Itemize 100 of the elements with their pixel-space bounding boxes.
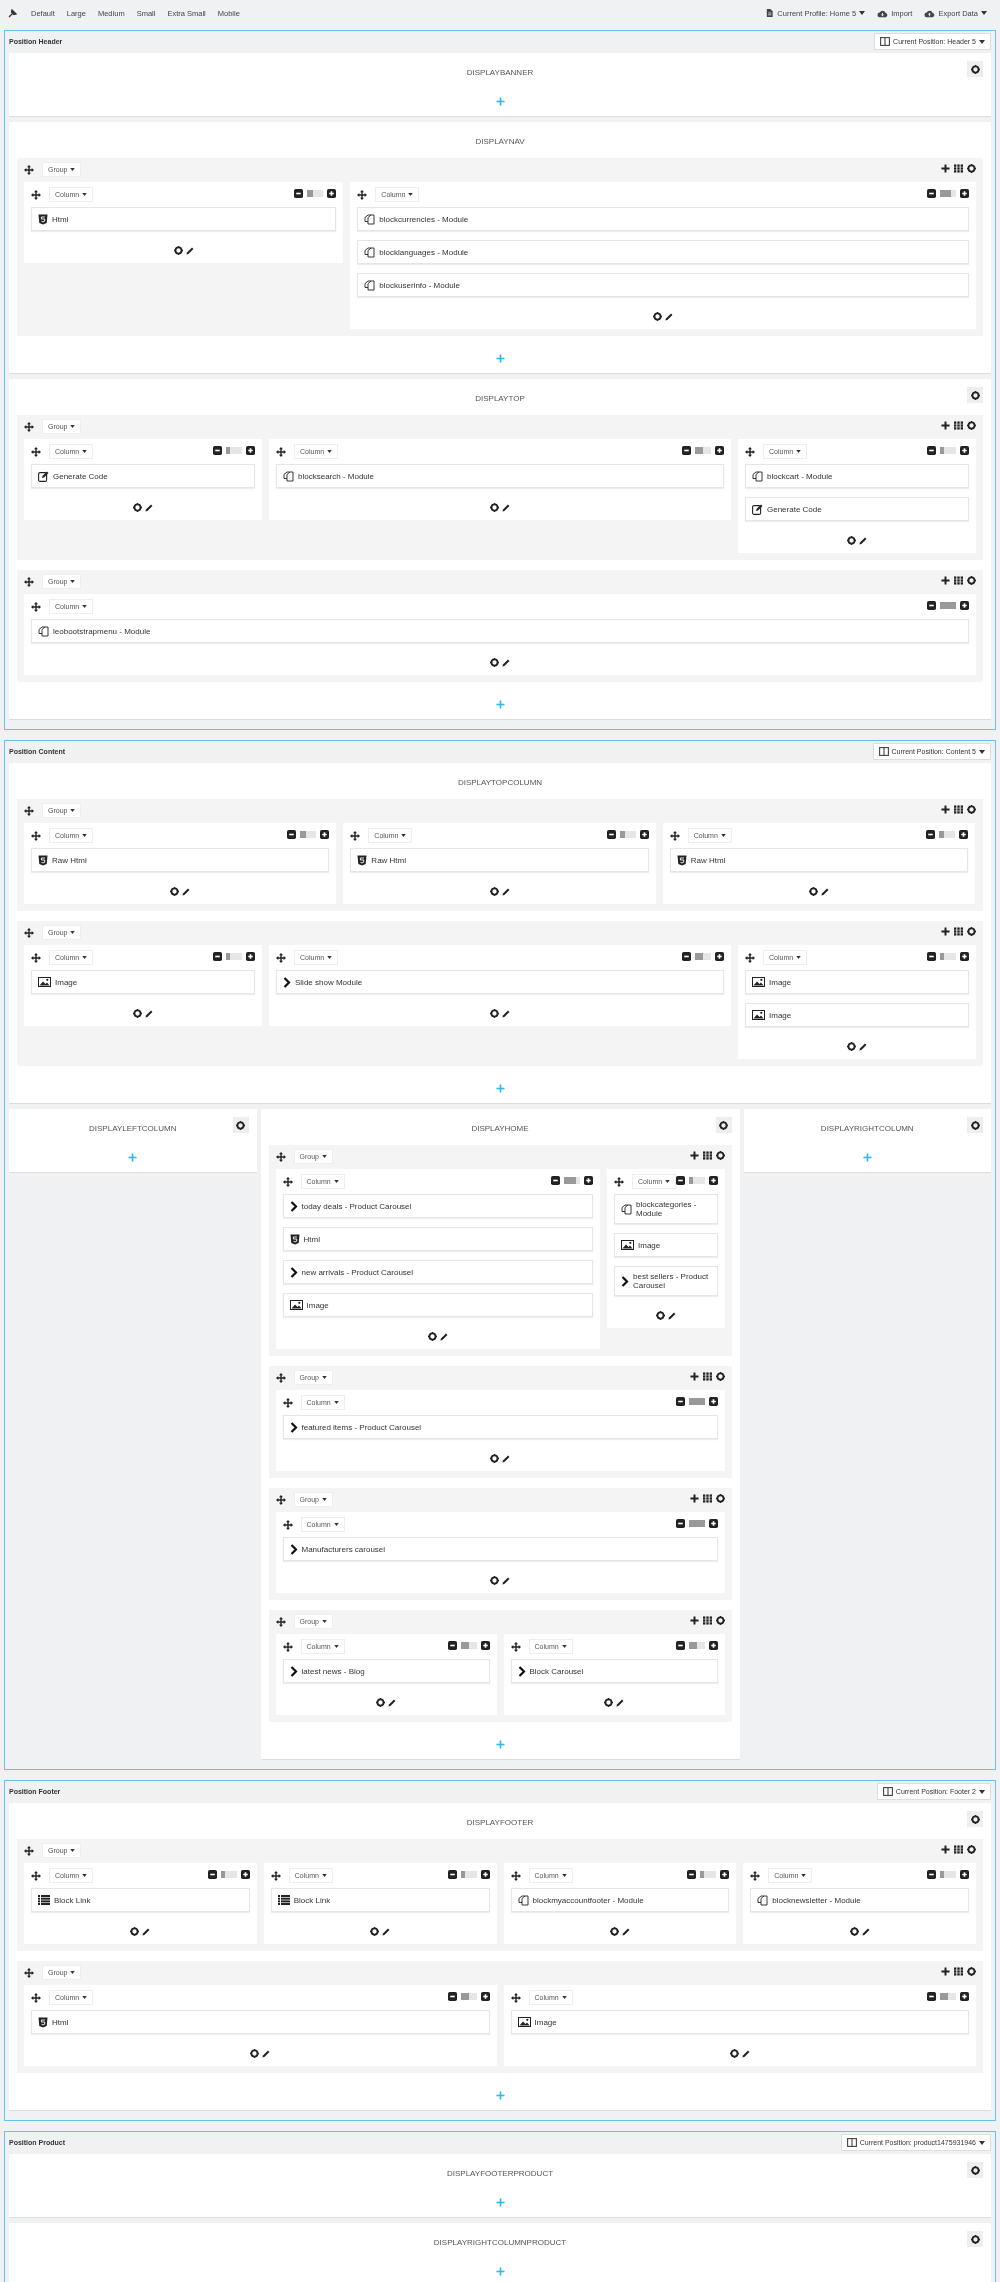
pencil-icon[interactable] — [502, 1009, 510, 1018]
move-icon[interactable] — [24, 576, 34, 587]
settings-icon[interactable] — [967, 1845, 976, 1854]
settings-button[interactable] — [967, 61, 983, 77]
plus-icon[interactable] — [480, 1992, 490, 2001]
widget-item[interactable]: latest news - Blog — [282, 1659, 490, 1683]
plus-icon[interactable] — [715, 446, 724, 455]
widget-item[interactable]: Image — [745, 970, 969, 994]
move-icon[interactable] — [31, 1992, 41, 2003]
plus-icon[interactable] — [480, 1870, 490, 1879]
settings-icon[interactable] — [376, 1698, 385, 1707]
settings-icon[interactable] — [967, 927, 976, 936]
pencil-icon[interactable] — [665, 312, 674, 321]
move-icon[interactable] — [275, 1494, 286, 1505]
plus-icon[interactable] — [708, 1519, 718, 1528]
move-icon[interactable] — [510, 1641, 521, 1652]
settings-icon[interactable] — [170, 887, 180, 896]
pencil-icon[interactable] — [439, 1332, 448, 1341]
minus-icon[interactable] — [213, 446, 222, 455]
add-icon[interactable] — [689, 1151, 699, 1160]
minus-icon[interactable] — [294, 189, 304, 198]
widget-item[interactable]: Image — [31, 970, 255, 994]
move-icon[interactable] — [282, 1519, 293, 1530]
plus-icon[interactable] — [959, 830, 969, 839]
minus-icon[interactable] — [675, 1641, 685, 1650]
widget-item[interactable]: new arrivals - Product Carousel — [282, 1260, 593, 1284]
pencil-icon[interactable] — [145, 503, 153, 512]
minus-icon[interactable] — [287, 830, 297, 839]
widget-item[interactable]: Image — [282, 1293, 593, 1317]
grid-icon[interactable] — [954, 164, 963, 173]
widget-item[interactable]: today deals - Product Carousel — [282, 1194, 593, 1218]
plus-icon[interactable] — [960, 1992, 969, 2001]
settings-icon[interactable] — [847, 1042, 856, 1051]
move-icon[interactable] — [669, 830, 680, 841]
plus-icon[interactable] — [960, 601, 969, 610]
minus-icon[interactable] — [687, 1870, 697, 1879]
widget-item[interactable]: leobootstrapmenu - Module — [31, 619, 969, 643]
widget-item[interactable]: Manufacturers carousel — [282, 1537, 718, 1561]
grid-icon[interactable] — [702, 1494, 712, 1503]
settings-icon[interactable] — [808, 887, 818, 896]
plus-icon[interactable] — [960, 952, 969, 961]
add-icon[interactable] — [941, 927, 950, 936]
settings-icon[interactable] — [490, 658, 499, 667]
minus-icon[interactable] — [207, 1870, 217, 1879]
pencil-icon[interactable] — [145, 1009, 153, 1018]
widget-item[interactable]: Html — [31, 2010, 490, 2034]
settings-button[interactable] — [967, 2231, 983, 2247]
move-icon[interactable] — [31, 952, 41, 963]
settings-icon[interactable] — [715, 1151, 725, 1160]
move-icon[interactable] — [282, 1176, 293, 1187]
widget-item[interactable]: blocklanguages - Module — [357, 240, 969, 264]
settings-icon[interactable] — [130, 1927, 140, 1936]
settings-icon[interactable] — [133, 1009, 142, 1018]
plus-icon[interactable] — [327, 189, 337, 198]
add-icon[interactable] — [689, 1616, 699, 1625]
settings-icon[interactable] — [729, 2049, 739, 2058]
move-icon[interactable] — [282, 1397, 293, 1408]
move-icon[interactable] — [276, 446, 286, 457]
move-icon[interactable] — [614, 1176, 624, 1187]
settings-icon[interactable] — [967, 421, 976, 430]
settings-icon[interactable] — [967, 1967, 976, 1976]
widget-item[interactable]: Block Carousel — [510, 1659, 718, 1683]
minus-icon[interactable] — [682, 446, 691, 455]
move-icon[interactable] — [31, 830, 41, 841]
widget-item[interactable]: blockcategories - Module — [614, 1194, 718, 1224]
pencil-icon[interactable] — [502, 658, 510, 667]
move-icon[interactable] — [24, 1845, 34, 1856]
settings-icon[interactable] — [370, 1927, 380, 1936]
settings-icon[interactable] — [849, 1927, 859, 1936]
widget-item[interactable]: Image — [510, 2010, 969, 2034]
settings-button[interactable] — [967, 2162, 983, 2178]
plus-icon[interactable] — [480, 1641, 490, 1650]
settings-icon[interactable] — [653, 312, 663, 321]
widget-item[interactable]: blockcurrencies - Module — [357, 207, 969, 231]
settings-icon[interactable] — [490, 503, 499, 512]
widget-item[interactable]: Image — [614, 1233, 718, 1257]
widget-item[interactable]: Raw Html — [350, 848, 649, 872]
minus-icon[interactable] — [551, 1176, 560, 1185]
settings-icon[interactable] — [967, 576, 976, 585]
plus-icon[interactable] — [708, 1641, 718, 1650]
grid-icon[interactable] — [702, 1372, 712, 1381]
widget-item[interactable]: Image — [745, 1003, 969, 1027]
grid-icon[interactable] — [954, 1845, 963, 1854]
widget-item[interactable]: blockuserinfo - Module — [357, 273, 969, 297]
plus-icon[interactable] — [246, 952, 255, 961]
grid-icon[interactable] — [954, 805, 963, 814]
move-icon[interactable] — [510, 1870, 521, 1881]
pencil-icon[interactable] — [502, 1454, 510, 1463]
settings-icon[interactable] — [967, 164, 976, 173]
settings-icon[interactable] — [655, 1311, 665, 1320]
widget-item[interactable]: blockcart - Module — [745, 464, 969, 488]
move-icon[interactable] — [24, 164, 34, 175]
grid-icon[interactable] — [954, 421, 963, 430]
settings-icon[interactable] — [715, 1616, 725, 1625]
settings-button[interactable] — [715, 1117, 732, 1133]
widget-item[interactable]: Raw Html — [669, 848, 969, 872]
widget-item[interactable]: Raw Html — [31, 848, 330, 872]
minus-icon[interactable] — [926, 830, 936, 839]
move-icon[interactable] — [276, 952, 286, 963]
widget-item[interactable]: Html — [282, 1227, 593, 1251]
